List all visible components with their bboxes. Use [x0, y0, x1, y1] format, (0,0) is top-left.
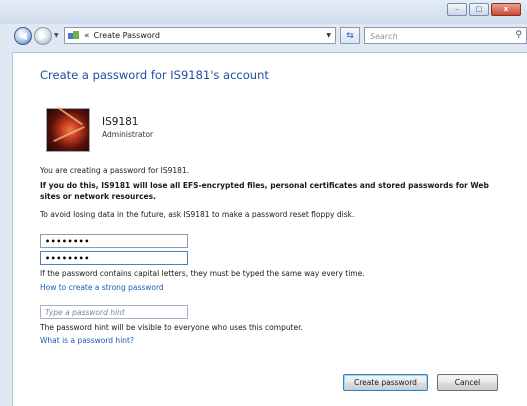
window-controls: – □ x — [447, 3, 521, 16]
back-icon: ◀ — [19, 30, 27, 42]
close-button[interactable]: x — [491, 3, 521, 16]
cancel-button[interactable]: Cancel — [437, 374, 498, 391]
hint-visibility-note: The password hint will be visible to eve… — [40, 323, 303, 332]
main-content: Create a password for IS9181's account I… — [12, 52, 527, 406]
password-hint-link[interactable]: What is a password hint? — [40, 336, 134, 345]
back-button[interactable]: ◀ — [14, 27, 32, 45]
address-dropdown-arrow[interactable]: ▼ — [326, 32, 331, 39]
minimize-button[interactable]: – — [447, 3, 467, 16]
search-icon[interactable]: ⚲ — [515, 30, 522, 40]
reset-disk-note: To avoid losing data in the future, ask … — [40, 210, 355, 219]
forward-icon: ▶ — [39, 30, 47, 42]
strong-password-link[interactable]: How to create a strong password — [40, 283, 164, 292]
warning-text-line2: sites or network resources. — [40, 192, 156, 201]
user-role: Administrator — [102, 130, 154, 139]
breadcrumb-separator: « — [84, 30, 90, 41]
forward-button[interactable]: ▶ — [34, 27, 52, 45]
new-password-field[interactable]: •••••••• — [40, 234, 188, 248]
search-input[interactable]: Search ⚲ — [364, 27, 527, 44]
control-panel-window: – □ x ◀ ▶ ▼ « Create Password ▼ ⇆ Search… — [0, 0, 527, 406]
create-password-button[interactable]: Create password — [343, 374, 428, 391]
warning-text-line1: If you do this, IS9181 will lose all EFS… — [40, 181, 489, 190]
user-name: IS9181 — [102, 116, 139, 128]
confirm-password-field[interactable]: •••••••• — [40, 251, 188, 265]
address-bar[interactable]: « Create Password ▼ — [64, 27, 336, 44]
maximize-button[interactable]: □ — [469, 3, 489, 16]
breadcrumb[interactable]: Create Password — [94, 31, 161, 40]
control-panel-icon — [68, 30, 80, 41]
refresh-button[interactable]: ⇆ — [340, 27, 360, 44]
navigation-bar: ◀ ▶ ▼ « Create Password ▼ ⇆ Search ⚲ — [0, 26, 527, 48]
case-sensitivity-note: If the password contains capital letters… — [40, 269, 365, 278]
intro-text: You are creating a password for IS9181. — [40, 166, 190, 175]
password-hint-field[interactable]: Type a password hint — [40, 305, 188, 319]
user-avatar — [46, 108, 90, 152]
search-placeholder: Search — [370, 32, 398, 41]
refresh-icon: ⇆ — [346, 30, 354, 41]
recent-pages-dropdown[interactable]: ▼ — [54, 32, 59, 39]
title-bar: – □ x — [0, 0, 527, 24]
page-title: Create a password for IS9181's account — [40, 68, 269, 82]
